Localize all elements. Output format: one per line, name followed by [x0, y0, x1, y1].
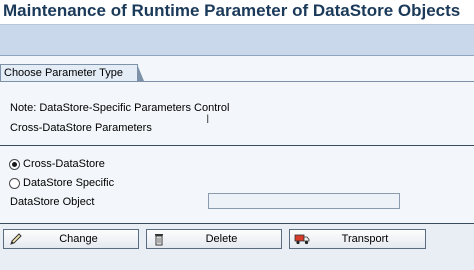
truck-icon [293, 231, 311, 247]
datastore-object-label: DataStore Object [10, 196, 95, 208]
text-cursor-icon: I [206, 112, 210, 126]
delete-button-label: Delete [205, 233, 238, 245]
tab-choose-parameter-type[interactable]: Choose Parameter Type [0, 64, 145, 81]
delete-button[interactable]: Delete [146, 229, 282, 249]
radio-label: Cross-DataStore [23, 158, 105, 170]
section-divider [0, 145, 474, 146]
window-title: Maintenance of Runtime Parameter of Data… [3, 1, 461, 20]
datastore-object-input[interactable] [208, 193, 400, 209]
trash-icon [150, 231, 168, 247]
application-toolbar [0, 25, 474, 56]
change-button[interactable]: Change [3, 229, 139, 249]
note-text: Note: DataStore-Specific Parameters Cont… [10, 102, 230, 114]
tab-strip: Choose Parameter Type [0, 62, 474, 82]
note-text-line-2: Cross-DataStore Parameters [10, 122, 152, 134]
radio-datastore-specific[interactable]: DataStore Specific [9, 176, 114, 190]
transport-button[interactable]: Transport [289, 229, 426, 249]
change-button-label: Change [59, 233, 98, 245]
radio-label: DataStore Specific [23, 177, 115, 189]
transport-button-label: Transport [341, 233, 389, 245]
radio-button-icon[interactable] [9, 158, 20, 170]
title-bar: Maintenance of Runtime Parameter of Data… [0, 0, 474, 25]
pencil-icon [7, 231, 25, 247]
radio-button-icon[interactable] [9, 177, 20, 189]
radio-cross-datastore[interactable]: Cross-DataStore [9, 157, 105, 171]
